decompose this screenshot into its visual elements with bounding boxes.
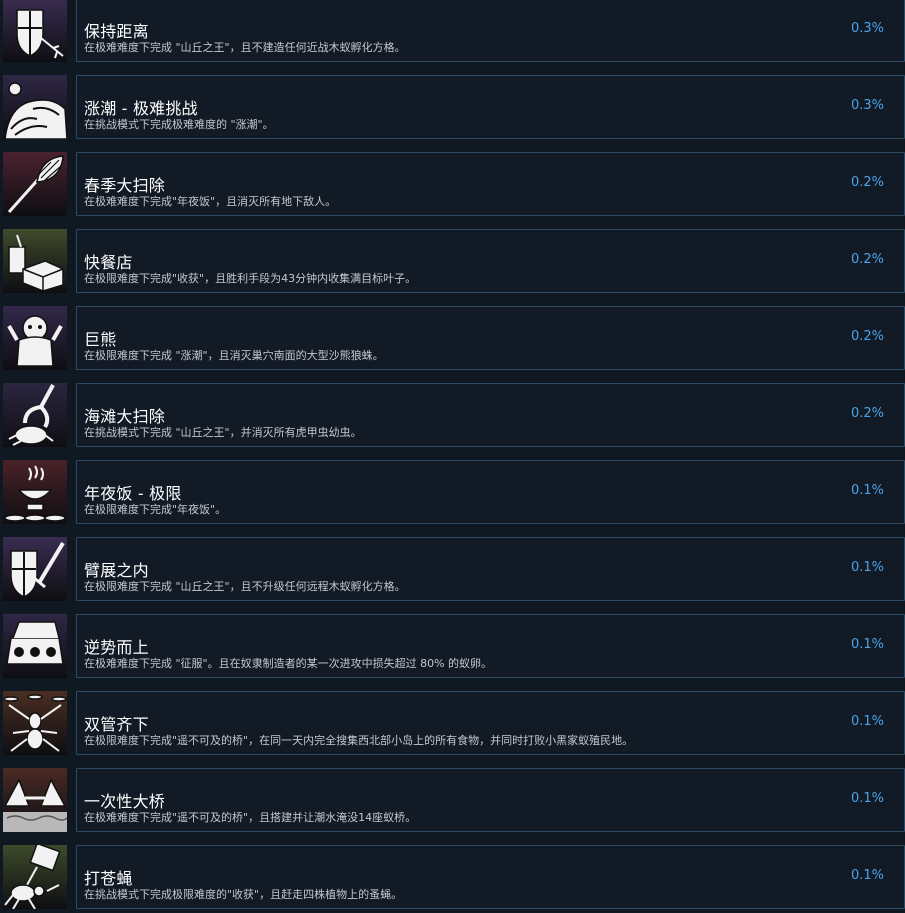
achievement-card[interactable]: 海滩大扫除 在挑战模式下完成 "山丘之王"，并消灭所有虎甲虫幼虫。 0.2% xyxy=(76,383,905,447)
feather-duster-icon xyxy=(3,152,67,216)
shield-sword-icon xyxy=(3,537,67,601)
ant-swatter-icon xyxy=(3,845,67,909)
achievement-row[interactable]: 保持距离 在极难难度下完成 "山丘之王"，且不建造任何近战木蚁孵化方格。 0.3… xyxy=(0,0,905,64)
claw-grabber-icon xyxy=(3,383,67,447)
achievement-row[interactable]: 臂展之内 在极限难度下完成 "山丘之王"，且不升级任何远程木蚁孵化方格。 0.1… xyxy=(0,526,905,603)
achievement-unlock-percent: 0.3% xyxy=(850,98,884,113)
achievement-description: 在挑战模式下完成极难难度的 "涨潮"。 xyxy=(84,118,274,131)
achievement-row[interactable]: 双管齐下 在极限难度下完成"遥不可及的桥"，在同一天内完全搜集西北部小岛上的所有… xyxy=(0,680,905,757)
achievement-description: 在挑战模式下完成极限难度的"收获"，且赶走四株植物上的蚤蝇。 xyxy=(84,888,403,901)
shield-arrows-icon xyxy=(3,0,67,62)
achievement-unlock-percent: 0.1% xyxy=(850,868,884,883)
achievement-row[interactable]: 打苍蝇 在挑战模式下完成极限难度的"收获"，且赶走四株植物上的蚤蝇。 0.1% xyxy=(0,834,905,911)
achievement-row[interactable]: 巨熊 在极限难度下完成 "涨潮"，且消灭巢穴南面的大型沙熊狼蛛。 0.2% xyxy=(0,295,905,372)
achievement-card[interactable]: 保持距离 在极难难度下完成 "山丘之王"，且不建造任何近战木蚁孵化方格。 0.3… xyxy=(76,0,905,62)
fast-food-icon xyxy=(3,229,67,293)
bear-icon xyxy=(3,306,67,370)
shield-arrows-icon xyxy=(3,0,67,62)
achievement-card[interactable]: 快餐店 在极限难度下完成"收获"，且胜利手段为43分钟内收集满目标叶子。 0.2… xyxy=(76,229,905,293)
achievement-unlock-percent: 0.1% xyxy=(850,791,884,806)
achievement-description: 在极难难度下完成 "山丘之王"，且不建造任何近战木蚁孵化方格。 xyxy=(84,41,406,54)
achievement-card[interactable]: 打苍蝇 在挑战模式下完成极限难度的"收获"，且赶走四株植物上的蚤蝇。 0.1% xyxy=(76,845,905,909)
achievement-card[interactable]: 臂展之内 在极限难度下完成 "山丘之王"，且不升级任何远程木蚁孵化方格。 0.1… xyxy=(76,537,905,601)
achievement-row[interactable]: 春季大扫除 在极难难度下完成"年夜饭"，且消灭所有地下敌人。 0.2% xyxy=(0,141,905,218)
achievement-description: 在极限难度下完成"年夜饭"。 xyxy=(84,503,227,516)
achievement-card[interactable]: 一次性大桥 在极难难度下完成"遥不可及的桥"，且搭建并让潮水淹没14座蚁桥。 0… xyxy=(76,768,905,832)
ant-juggling-icon xyxy=(3,691,67,755)
achievement-row[interactable]: 年夜饭 - 极限 在极限难度下完成"年夜饭"。 0.1% xyxy=(0,449,905,526)
bridge-icon xyxy=(3,768,67,832)
achievement-description: 在极限难度下完成"遥不可及的桥"，在同一天内完全搜集西北部小岛上的所有食物，并同… xyxy=(84,734,634,747)
achievement-card[interactable]: 双管齐下 在极限难度下完成"遥不可及的桥"，在同一天内完全搜集西北部小岛上的所有… xyxy=(76,691,905,755)
achievement-unlock-percent: 0.1% xyxy=(850,560,884,575)
achievement-description: 在极限难度下完成"收获"，且胜利手段为43分钟内收集满目标叶子。 xyxy=(84,272,417,285)
achievement-unlock-percent: 0.2% xyxy=(850,406,884,421)
achievement-description: 在挑战模式下完成 "山丘之王"，并消灭所有虎甲虫幼虫。 xyxy=(84,426,362,439)
feather-duster-icon xyxy=(3,152,67,216)
achievement-unlock-percent: 0.2% xyxy=(850,175,884,190)
achievement-unlock-percent: 0.2% xyxy=(850,329,884,344)
achievement-card[interactable]: 春季大扫除 在极难难度下完成"年夜饭"，且消灭所有地下敌人。 0.2% xyxy=(76,152,905,216)
dinner-bowl-icon xyxy=(3,460,67,524)
achievement-unlock-percent: 0.1% xyxy=(850,483,884,498)
wave-icon xyxy=(3,75,67,139)
achievement-card[interactable]: 涨潮 - 极难挑战 在挑战模式下完成极难难度的 "涨潮"。 0.3% xyxy=(76,75,905,139)
dinner-bowl-icon xyxy=(3,460,67,524)
claw-grabber-icon xyxy=(3,383,67,447)
achievement-description: 在极限难度下完成 "山丘之王"，且不升级任何远程木蚁孵化方格。 xyxy=(84,580,406,593)
achievement-unlock-percent: 0.3% xyxy=(850,21,884,36)
achievement-row[interactable]: 一次性大桥 在极难难度下完成"遥不可及的桥"，且搭建并让潮水淹没14座蚁桥。 0… xyxy=(0,757,905,834)
egg-carton-icon xyxy=(3,614,67,678)
achievement-row[interactable]: 海滩大扫除 在挑战模式下完成 "山丘之王"，并消灭所有虎甲虫幼虫。 0.2% xyxy=(0,372,905,449)
achievement-unlock-percent: 0.1% xyxy=(850,637,884,652)
achievement-row[interactable]: 逆势而上 在极难难度下完成 "征服"。且在奴隶制造者的某一次进攻中损失超过 80… xyxy=(0,603,905,680)
bridge-icon xyxy=(3,768,67,832)
egg-carton-icon xyxy=(3,614,67,678)
achievement-list: 保持距离 在极难难度下完成 "山丘之王"，且不建造任何近战木蚁孵化方格。 0.3… xyxy=(0,0,905,911)
achievement-description: 在极难难度下完成"遥不可及的桥"，且搭建并让潮水淹没14座蚁桥。 xyxy=(84,811,417,824)
achievement-description: 在极限难度下完成 "涨潮"，且消灭巢穴南面的大型沙熊狼蛛。 xyxy=(84,349,384,362)
wave-icon xyxy=(3,75,67,139)
achievement-card[interactable]: 年夜饭 - 极限 在极限难度下完成"年夜饭"。 0.1% xyxy=(76,460,905,524)
achievement-description: 在极难难度下完成"年夜饭"，且消灭所有地下敌人。 xyxy=(84,195,337,208)
achievement-card[interactable]: 逆势而上 在极难难度下完成 "征服"。且在奴隶制造者的某一次进攻中损失超过 80… xyxy=(76,614,905,678)
achievement-card[interactable]: 巨熊 在极限难度下完成 "涨潮"，且消灭巢穴南面的大型沙熊狼蛛。 0.2% xyxy=(76,306,905,370)
bear-icon xyxy=(3,306,67,370)
achievement-unlock-percent: 0.1% xyxy=(850,714,884,729)
achievement-unlock-percent: 0.2% xyxy=(850,252,884,267)
achievement-row[interactable]: 快餐店 在极限难度下完成"收获"，且胜利手段为43分钟内收集满目标叶子。 0.2… xyxy=(0,218,905,295)
ant-swatter-icon xyxy=(3,845,67,909)
achievement-description: 在极难难度下完成 "征服"。且在奴隶制造者的某一次进攻中损失超过 80% 的蚁卵… xyxy=(84,657,493,670)
fast-food-icon xyxy=(3,229,67,293)
shield-sword-icon xyxy=(3,537,67,601)
ant-juggling-icon xyxy=(3,691,67,755)
achievement-row[interactable]: 涨潮 - 极难挑战 在挑战模式下完成极难难度的 "涨潮"。 0.3% xyxy=(0,64,905,141)
